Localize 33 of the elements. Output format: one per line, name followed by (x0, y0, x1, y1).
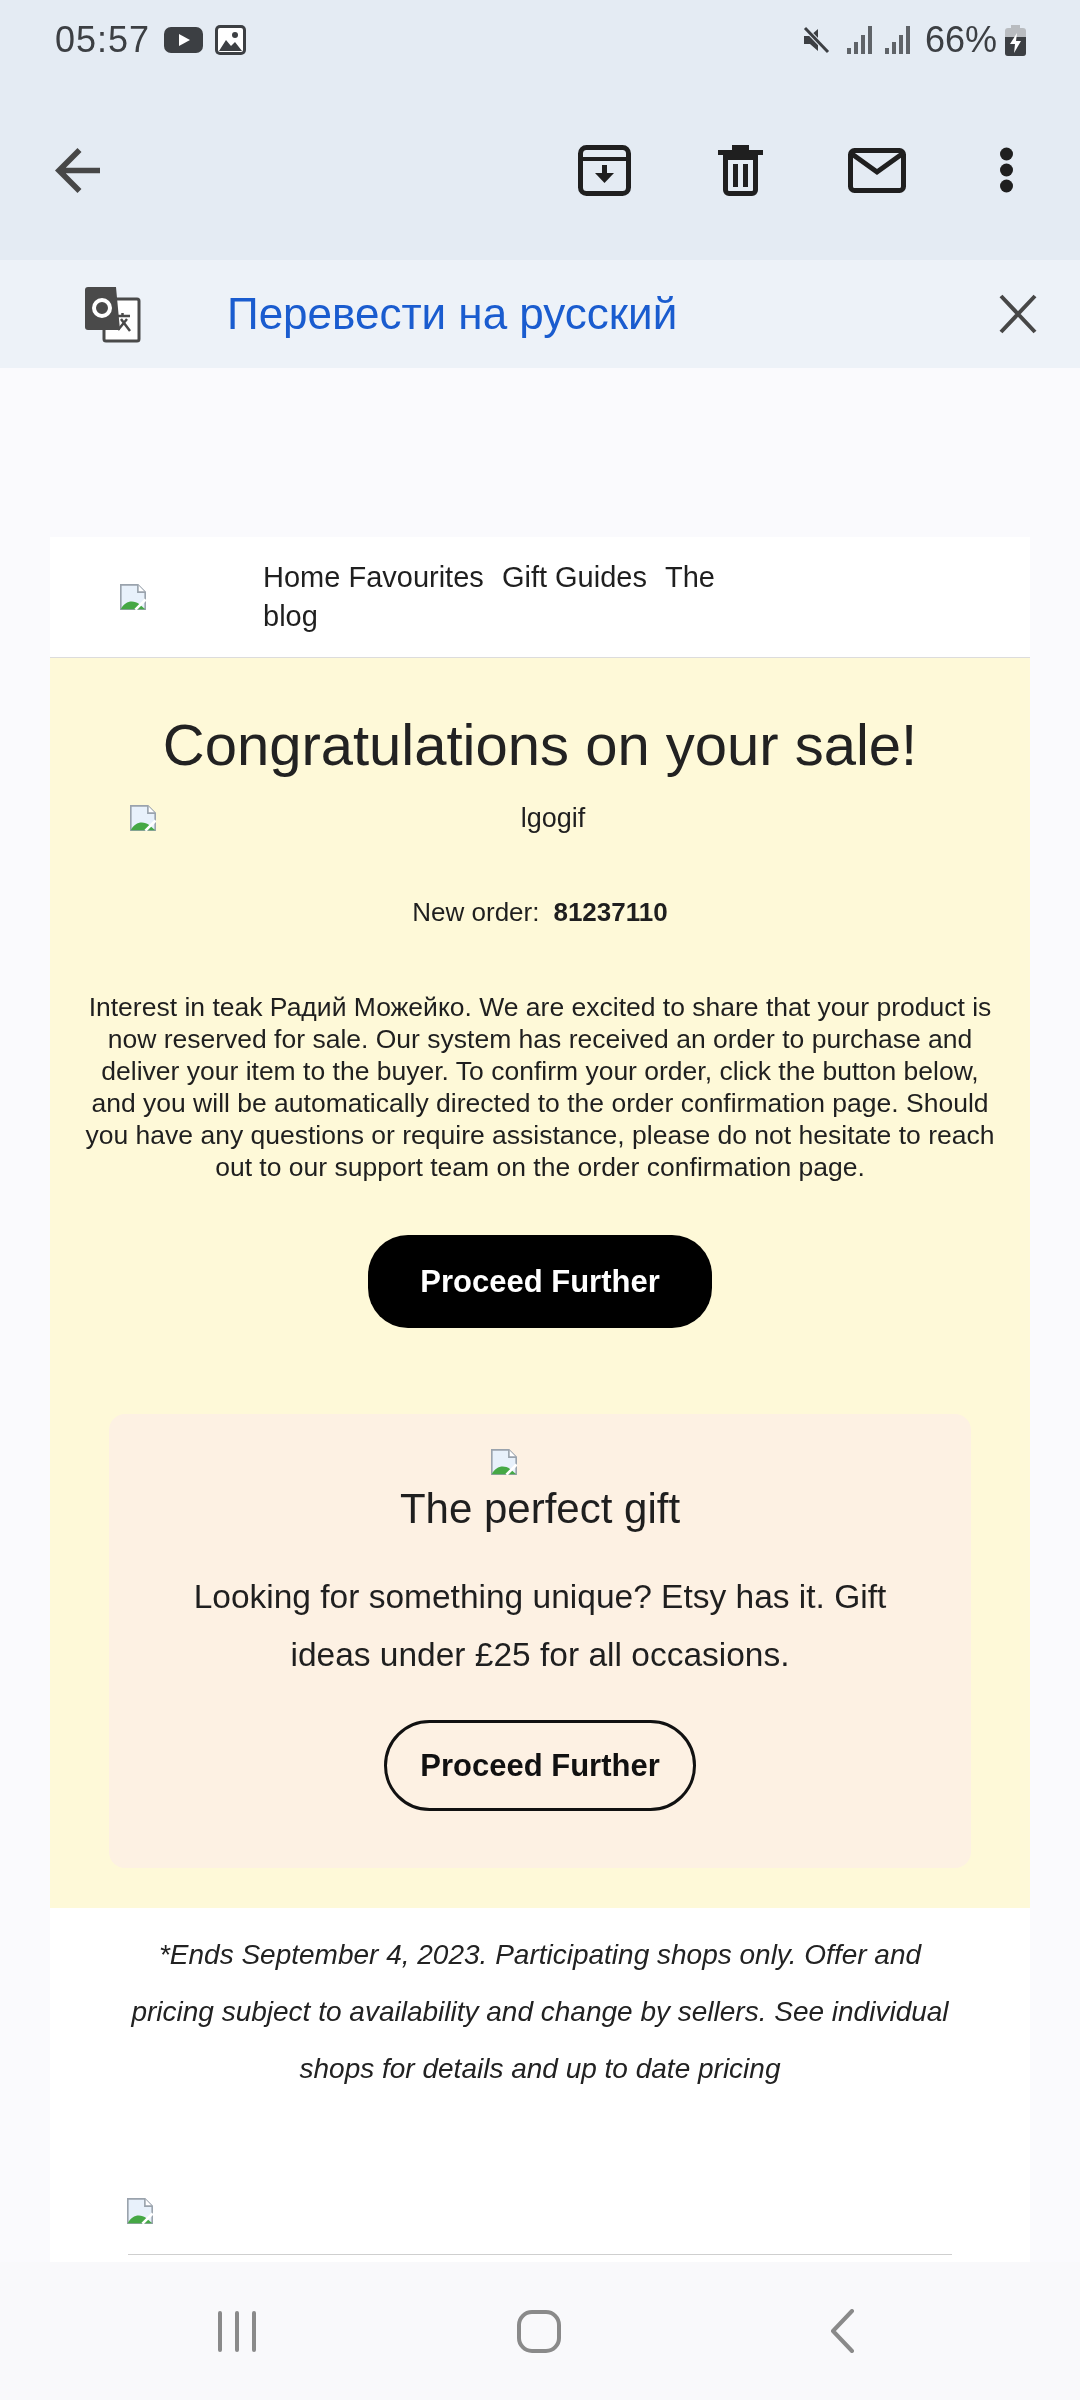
image-icon (215, 25, 247, 55)
more-options-icon[interactable] (999, 147, 1014, 193)
signal-icon (884, 26, 910, 54)
proceed-button[interactable]: Proceed Further (384, 1720, 696, 1811)
translate-link[interactable]: Перевести на русский (227, 289, 678, 339)
trash-icon[interactable] (718, 144, 763, 196)
image-alt-text: lgogif (519, 803, 587, 833)
promo-text: Looking for something unique? Etsy has it. Gift ideas under £25 for all occasions. (192, 1577, 888, 1675)
translate-icon (84, 285, 141, 343)
home-icon[interactable] (517, 2309, 561, 2353)
archive-icon[interactable] (578, 144, 631, 196)
back-arrow-icon[interactable] (55, 147, 100, 193)
status-time: 05:57 (55, 19, 151, 61)
battery-percentage: 66% (924, 19, 997, 61)
broken-image-icon (127, 2198, 153, 2224)
mail-icon[interactable] (848, 147, 906, 193)
video-play-icon (164, 27, 204, 53)
broken-image-icon (130, 805, 156, 831)
signal-icon (846, 26, 872, 54)
broken-image-icon (120, 584, 146, 610)
email-heading: Congratulations on your sale! (162, 711, 918, 779)
disclaimer-text: *Ends September 4, 2023. Participating shops only. Offer and pricing subject to availability and change by sellers. See individual shops for details and up to date pricing (130, 1938, 950, 2086)
promo-title: The perfect gift (399, 1484, 681, 1534)
proceed-button[interactable]: Proceed Further (368, 1235, 712, 1328)
order-number: 81237110 (553, 896, 668, 928)
message-text: Interest in teak Радий Можейко. We are excited to share that your product is now reserved for sale. Our system has received an order to purchase and deliver your item to the buyer. To confirm your order, click the button below, and you will be automatically directed to the order confirmation page. Should you have any questions or require assistance, please do not hesitate to reach out to our support team on the order confirmation page. (84, 991, 996, 1183)
back-icon[interactable] (830, 2309, 855, 2353)
close-icon[interactable] (999, 294, 1037, 334)
battery-icon (1005, 24, 1026, 56)
broken-image-icon (491, 1449, 517, 1475)
recent-apps-icon[interactable] (217, 2310, 257, 2352)
order-label: New order: (412, 896, 540, 928)
nav-links[interactable]: Home Favourites Gift Guides The blog (263, 558, 733, 636)
